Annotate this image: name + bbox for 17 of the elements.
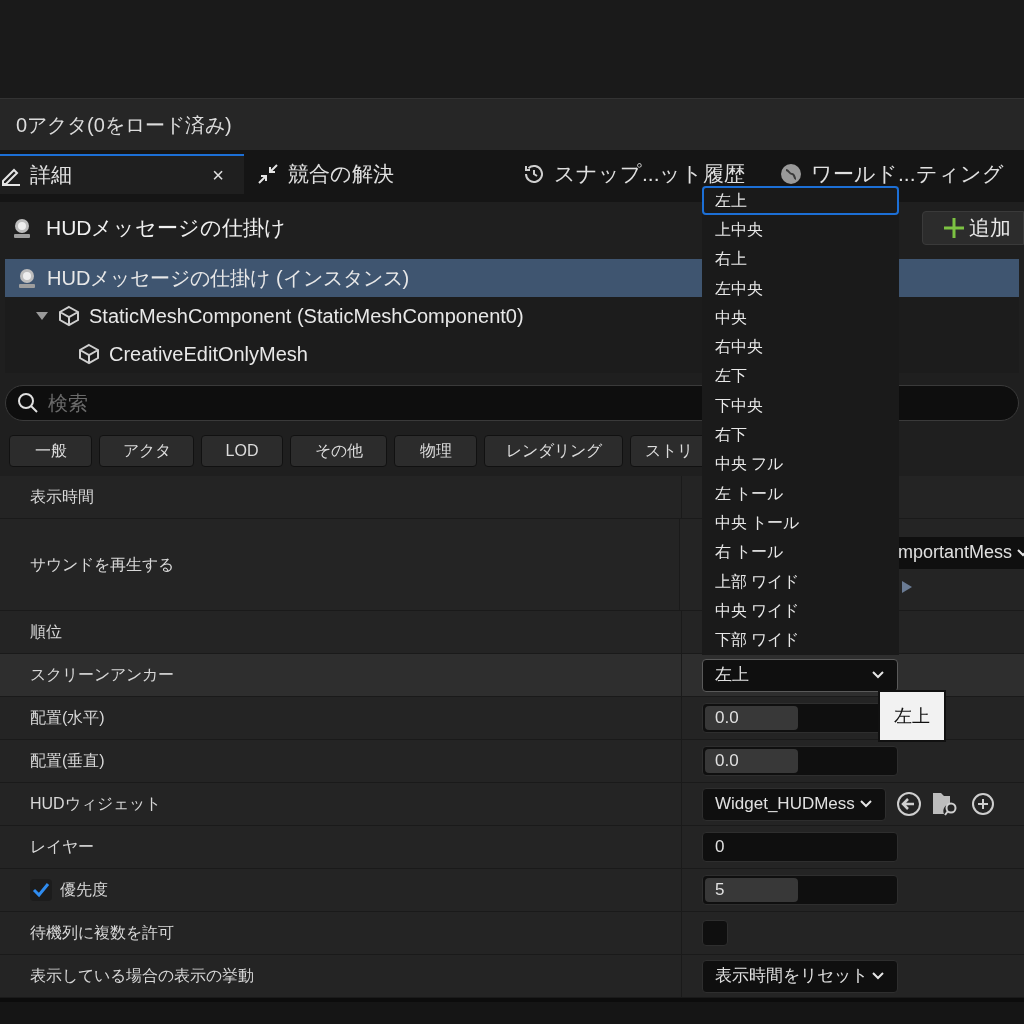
tree-label: HUDメッセージの仕掛け (インスタンス) [47, 266, 410, 291]
tree-label: CreativeEditOnlyMesh [109, 342, 308, 367]
property-label: HUDウィジェット [30, 794, 161, 814]
actor-title: HUDメッセージの仕掛け [46, 215, 287, 242]
property-label: 表示時間 [30, 487, 94, 507]
actor-count: 0アクタ(0をロード済み) [16, 112, 232, 138]
property-label: スクリーンアンカー [30, 665, 174, 685]
property-label: 待機列に複数を許可 [30, 923, 174, 943]
tooltip: 左上 [878, 690, 946, 742]
property-label: 優先度 [60, 880, 108, 900]
property-label: 配置(垂直) [30, 751, 105, 771]
tree-label: StaticMeshComponent (StaticMeshComponent0) [89, 304, 524, 329]
property-label: 順位 [30, 622, 62, 642]
property-label: 配置(水平) [30, 708, 105, 728]
property-label: サウンドを再生する [30, 554, 174, 575]
property-label: レイヤー [30, 837, 94, 857]
property-label: 表示している場合の表示の挙動 [30, 966, 254, 986]
